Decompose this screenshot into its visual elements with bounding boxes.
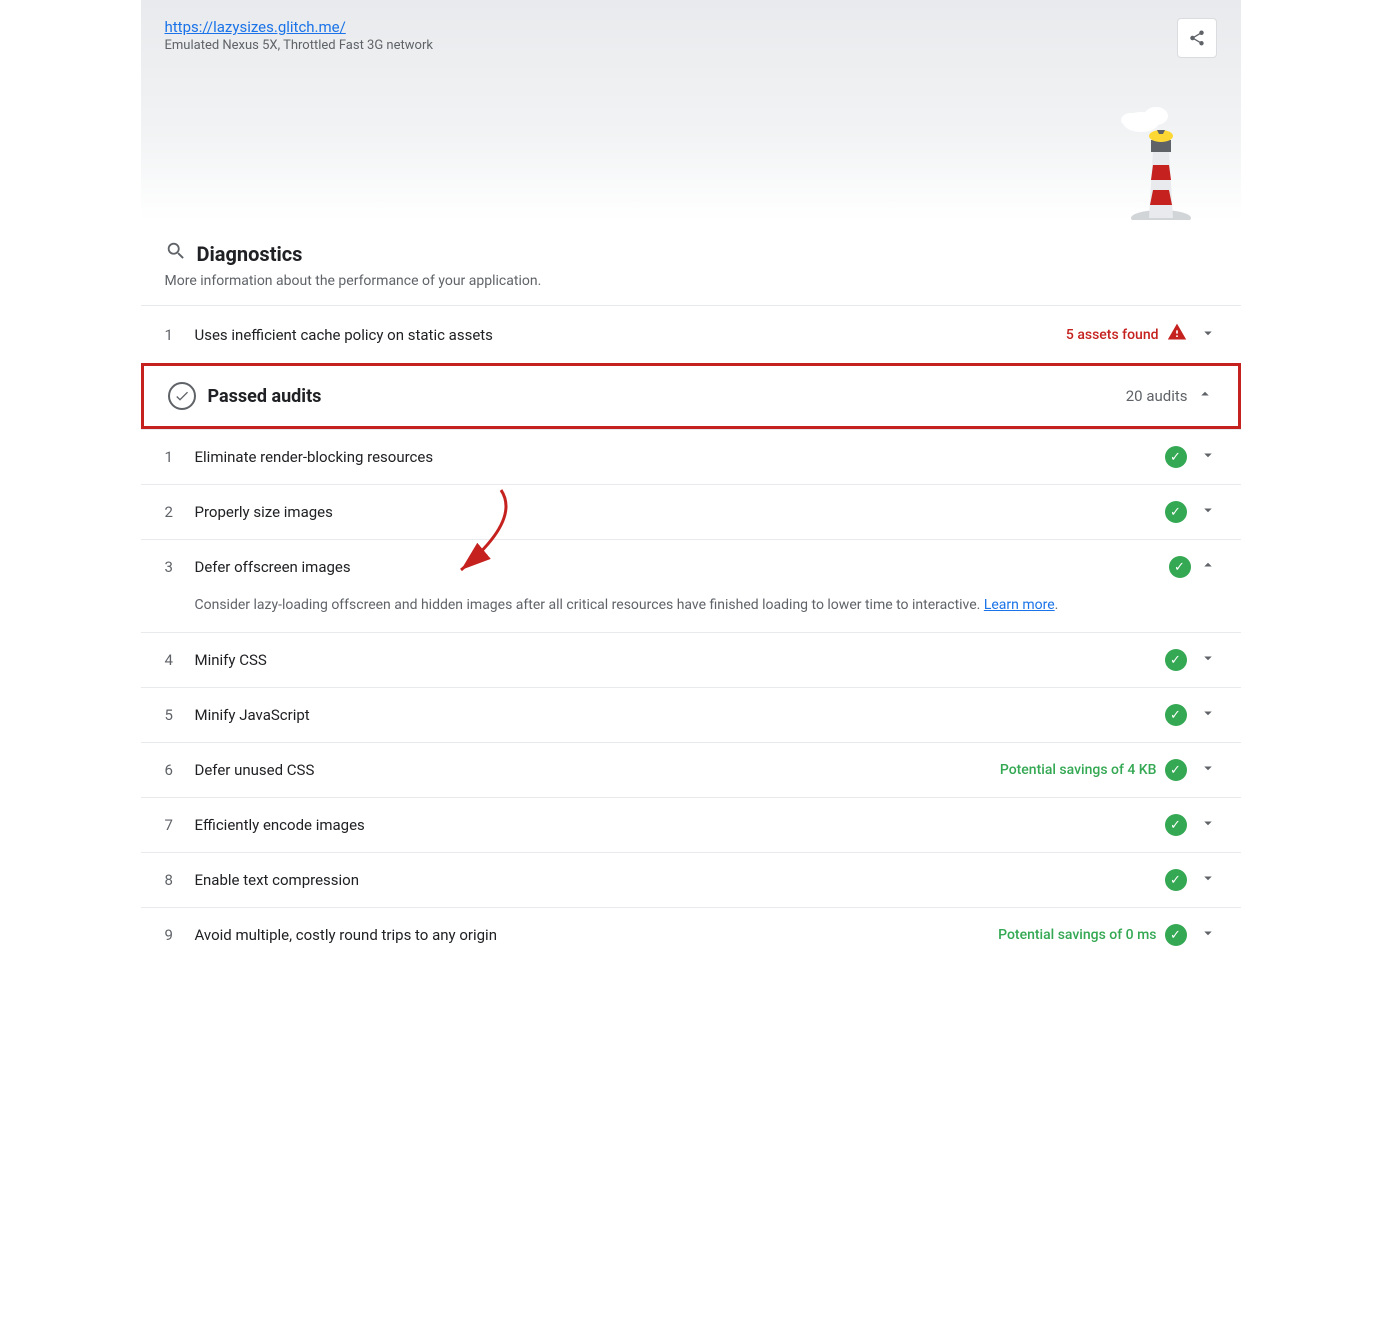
chevron-down-icon-p2: [1199, 501, 1217, 523]
passed-item-7[interactable]: 7 Efficiently encode images ✓: [141, 797, 1241, 852]
audit-title-p9: Avoid multiple, costly round trips to an…: [195, 926, 999, 944]
green-check-icon-p2: ✓: [1165, 501, 1187, 523]
chevron-down-icon-p4: [1199, 649, 1217, 671]
audit-title-p8: Enable text compression: [195, 871, 1165, 889]
lighthouse-icon: [1121, 90, 1201, 220]
passed-item-6[interactable]: 6 Defer unused CSS Potential savings of …: [141, 742, 1241, 797]
audit-num-p1: 1: [165, 448, 195, 466]
audit-num-p9: 9: [165, 926, 195, 944]
audit-num-1: 1: [165, 326, 195, 344]
audit-title-1: Uses inefficient cache policy on static …: [195, 326, 1066, 344]
chevron-down-icon-p7: [1199, 814, 1217, 836]
audit-meta-p2: ✓: [1165, 501, 1217, 523]
chevron-up-icon-p3: [1199, 556, 1217, 578]
passed-item-5[interactable]: 5 Minify JavaScript ✓: [141, 687, 1241, 742]
passed-audits-count: 20 audits: [1126, 387, 1188, 405]
chevron-down-icon: [1199, 324, 1217, 346]
passed-item-8[interactable]: 8 Enable text compression ✓: [141, 852, 1241, 907]
audit-meta-1: 5 assets found: [1066, 322, 1217, 347]
search-icon: [165, 240, 187, 267]
audit-num-p4: 4: [165, 651, 195, 669]
green-check-icon-p6: ✓: [1165, 759, 1187, 781]
audit-num-p3: 3: [165, 558, 195, 576]
audit-num-p2: 2: [165, 503, 195, 521]
diagnostics-section-header: Diagnostics: [141, 220, 1241, 273]
diagnostics-item-1[interactable]: 1 Uses inefficient cache policy on stati…: [141, 305, 1241, 363]
chevron-down-icon-p6: [1199, 759, 1217, 781]
share-button[interactable]: [1177, 18, 1217, 58]
passed-item-9[interactable]: 9 Avoid multiple, costly round trips to …: [141, 907, 1241, 962]
passed-item-2[interactable]: 2 Properly size images ✓: [141, 484, 1241, 539]
green-check-icon-p4: ✓: [1165, 649, 1187, 671]
passed-item-3-header[interactable]: 3 Defer offscreen images ✓: [141, 540, 1241, 594]
green-check-icon-p7: ✓: [1165, 814, 1187, 836]
audit-title-p7: Efficiently encode images: [195, 816, 1165, 834]
audit-title-p6: Defer unused CSS: [195, 761, 1000, 779]
green-check-icon-p5: ✓: [1165, 704, 1187, 726]
passed-item-1[interactable]: 1 Eliminate render-blocking resources ✓: [141, 429, 1241, 484]
green-check-icon-p8: ✓: [1165, 869, 1187, 891]
passed-audits-header[interactable]: Passed audits 20 audits: [141, 363, 1241, 429]
assets-found-text: 5 assets found: [1066, 327, 1159, 343]
audit-meta-p7: ✓: [1165, 814, 1217, 836]
passed-item-4[interactable]: 4 Minify CSS ✓: [141, 632, 1241, 687]
chevron-up-icon: [1196, 385, 1214, 407]
warning-icon: [1167, 322, 1187, 347]
audit-num-p7: 7: [165, 816, 195, 834]
green-check-icon-p3: ✓: [1169, 556, 1191, 578]
audit-meta-p3: ✓: [1169, 556, 1217, 578]
learn-more-link[interactable]: Learn more: [984, 597, 1055, 613]
audit-title-p3: Defer offscreen images: [195, 558, 1169, 576]
chevron-down-icon-p8: [1199, 869, 1217, 891]
green-check-icon-p9: ✓: [1165, 924, 1187, 946]
audit-num-p8: 8: [165, 871, 195, 889]
header-subtitle: Emulated Nexus 5X, Throttled Fast 3G net…: [165, 38, 1217, 53]
audit-meta-p5: ✓: [1165, 704, 1217, 726]
audit-title-p5: Minify JavaScript: [195, 706, 1165, 724]
audit-meta-p9: Potential savings of 0 ms ✓: [998, 924, 1216, 946]
header: https://lazysizes.glitch.me/ Emulated Ne…: [141, 0, 1241, 220]
passed-item-3-detail: Consider lazy-loading offscreen and hidd…: [141, 594, 1241, 632]
chevron-down-icon-p5: [1199, 704, 1217, 726]
diagnostics-title: Diagnostics: [197, 242, 303, 266]
audit-title-p4: Minify CSS: [195, 651, 1165, 669]
diagnostics-description: More information about the performance o…: [141, 273, 1241, 305]
audit-num-p6: 6: [165, 761, 195, 779]
main-content: Diagnostics More information about the p…: [141, 220, 1241, 962]
savings-text-p9: Potential savings of 0 ms: [998, 927, 1156, 943]
audit-title-p2: Properly size images: [195, 503, 1165, 521]
audit-num-p5: 5: [165, 706, 195, 724]
green-check-icon-p1: ✓: [1165, 446, 1187, 468]
audit-meta-p6: Potential savings of 4 KB ✓: [1000, 759, 1217, 781]
passed-check-circle-icon: [168, 382, 196, 410]
audit-meta-p4: ✓: [1165, 649, 1217, 671]
passed-audits-title: Passed audits: [208, 386, 1126, 407]
chevron-down-icon-p9: [1199, 924, 1217, 946]
passed-item-3: 3 Defer offscreen images ✓ Consider lazy…: [141, 539, 1241, 632]
savings-text-p6: Potential savings of 4 KB: [1000, 762, 1157, 778]
header-url[interactable]: https://lazysizes.glitch.me/: [165, 18, 1217, 36]
chevron-down-icon-p1: [1199, 446, 1217, 468]
audit-meta-p1: ✓: [1165, 446, 1217, 468]
audit-title-p1: Eliminate render-blocking resources: [195, 448, 1165, 466]
audit-meta-p8: ✓: [1165, 869, 1217, 891]
